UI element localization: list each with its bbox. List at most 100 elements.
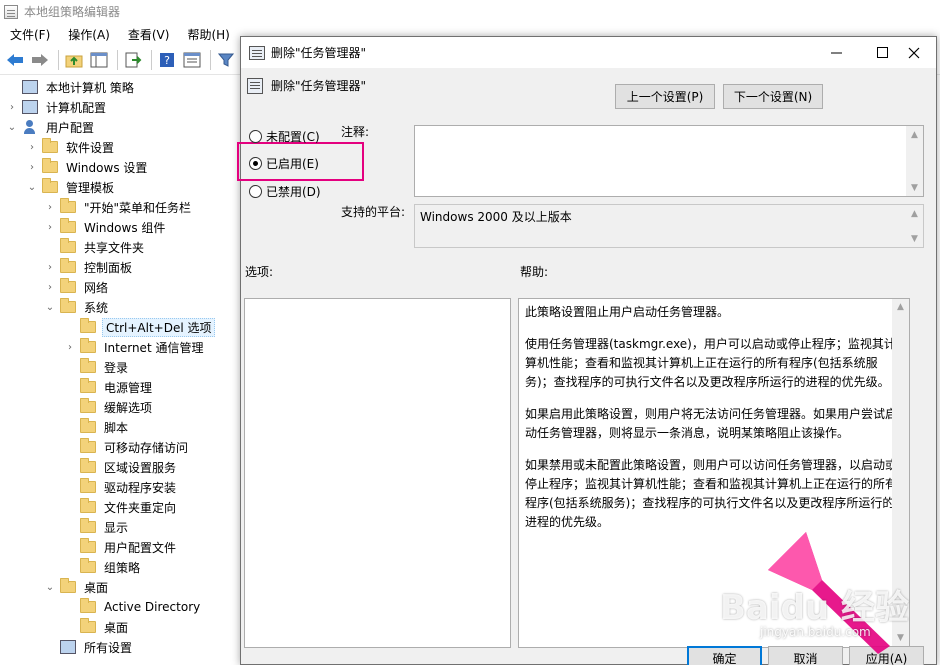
radio-enabled[interactable]: 已启用(E) [249,154,319,172]
supported-platform-label: 支持的平台: [341,205,406,219]
chevron-right-icon[interactable]: › [44,277,56,297]
tree-item[interactable]: 共享文件夹 [44,237,146,257]
policy-name: 删除"任务管理器" [271,79,367,93]
folder-icon [60,238,76,253]
tree-item[interactable]: 驱动程序安装 [64,477,178,497]
tree-item[interactable]: 文件夹重定向 [64,497,178,517]
tree-item-label: 可移动存储访问 [104,440,189,455]
toolbar-separator [210,49,211,70]
chevron-right-icon[interactable]: › [26,137,38,157]
folder-icon [80,558,96,573]
scroll-up-icon[interactable]: ▲ [892,299,909,316]
radio-enabled-button[interactable] [249,156,262,170]
menu-view[interactable]: 查看(V) [118,26,178,43]
tree-item[interactable]: › 网络 [44,277,110,297]
toolbar-separator [151,49,152,70]
tree-item-label: 桌面 [84,580,109,595]
show-hide-tree-icon[interactable] [88,49,110,71]
tree-item[interactable]: › Windows 设置 [26,157,149,177]
toolbar-separator [117,49,118,70]
menu-file[interactable]: 文件(F) [0,26,58,43]
chevron-down-icon[interactable]: ⌄ [26,177,38,197]
ok-button[interactable]: 确定 [687,646,762,665]
main-titlebar: 本地组策略编辑器 [0,0,940,23]
tree-item[interactable]: 用户配置文件 [64,537,178,557]
tree-item[interactable]: 桌面 [64,617,130,637]
comment-scrollbar[interactable]: ▲ ▼ [906,126,923,196]
help-icon[interactable]: ? [156,49,178,71]
tree-item[interactable]: ⌄ 系统 [44,297,110,317]
menu-help[interactable]: 帮助(H) [177,26,237,43]
scroll-down-icon[interactable]: ▼ [906,179,923,196]
tree-item[interactable]: 电源管理 [64,377,154,397]
tree-item[interactable]: ⌄ 用户配置 [6,117,96,137]
tree-item-label: 用户配置文件 [104,540,177,555]
tree-item[interactable]: › "开始"菜单和任务栏 [44,197,193,217]
radio-not-configured-button[interactable] [249,129,262,143]
tree-item[interactable]: › Windows 组件 [44,217,167,237]
tree-item[interactable]: › 软件设置 [26,137,116,157]
tree-item[interactable]: 区域设置服务 [64,457,178,477]
folder-icon [80,358,96,373]
chevron-right-icon[interactable]: › [44,257,56,277]
chevron-down-icon[interactable]: ⌄ [44,297,56,317]
tree-item[interactable]: 可移动存储访问 [64,437,190,457]
tree-item[interactable]: 显示 [64,517,130,537]
chevron-right-icon[interactable]: › [6,97,18,117]
close-button[interactable] [891,37,937,68]
dialog-title: 删除"任务管理器" [271,46,367,60]
next-setting-button[interactable]: 下一个设置(N) [723,84,823,109]
tree-item[interactable]: 所有设置 [44,637,134,657]
scroll-up-icon[interactable]: ▲ [906,205,923,222]
properties-icon[interactable] [181,49,203,71]
tree-item-label: 显示 [104,520,129,535]
platform-scrollbar[interactable]: ▲ ▼ [906,205,923,247]
radio-disabled-button[interactable] [249,184,262,198]
chevron-down-icon[interactable]: ⌄ [44,577,56,597]
chevron-right-icon[interactable]: › [44,217,56,237]
tree-item[interactable]: 本地计算机 策略 [6,77,136,97]
policy-header: 删除"任务管理器" [247,77,366,94]
minimize-icon [830,52,842,54]
tree-item[interactable]: › 计算机配置 [6,97,108,117]
tree-item[interactable]: 登录 [64,357,130,377]
comment-textbox[interactable]: ▲ ▼ [414,125,924,197]
up-folder-icon[interactable] [63,49,85,71]
radio-not-configured-label: 未配置(C) [266,129,320,144]
tree-item-label: 软件设置 [66,140,115,155]
scroll-down-icon[interactable]: ▼ [906,230,923,247]
chevron-right-icon[interactable]: › [26,157,38,177]
policy-setting-icon [247,77,263,94]
folder-icon [80,438,96,453]
tree-item[interactable]: › 控制面板 [44,257,134,277]
back-icon[interactable] [4,49,26,71]
folder-icon [60,578,76,593]
tree-item[interactable]: 缓解选项 [64,397,154,417]
tree-item[interactable]: 组策略 [64,557,142,577]
options-label: 选项: [245,265,274,279]
previous-setting-button[interactable]: 上一个设置(P) [615,84,715,109]
tree-item[interactable]: › Internet 通信管理 [64,337,205,357]
minimize-button[interactable] [813,37,859,68]
radio-disabled[interactable]: 已禁用(D) [249,182,321,200]
chevron-right-icon[interactable]: › [44,197,56,217]
export-list-icon[interactable] [122,49,144,71]
dialog-titlebar[interactable]: 删除"任务管理器" [241,37,936,68]
filter-icon[interactable] [215,49,237,71]
chevron-right-icon[interactable]: › [64,337,76,357]
radio-not-configured[interactable]: 未配置(C) [249,127,320,145]
forward-icon[interactable] [29,49,51,71]
tree-item[interactable]: Ctrl+Alt+Del 选项 [64,317,216,337]
tree-item[interactable]: ⌄ 桌面 [44,577,110,597]
scroll-up-icon[interactable]: ▲ [906,126,923,143]
tree-item[interactable]: 脚本 [64,417,130,437]
tree-item[interactable]: ⌄ 管理模板 [26,177,116,197]
chevron-down-icon[interactable]: ⌄ [6,117,18,137]
tree-item-label: Ctrl+Alt+Del 选项 [102,317,216,337]
folder-icon [80,538,96,553]
tree-item[interactable]: Active Directory [64,597,202,617]
menu-action[interactable]: 操作(A) [58,26,118,43]
toolbar-separator [58,49,59,70]
